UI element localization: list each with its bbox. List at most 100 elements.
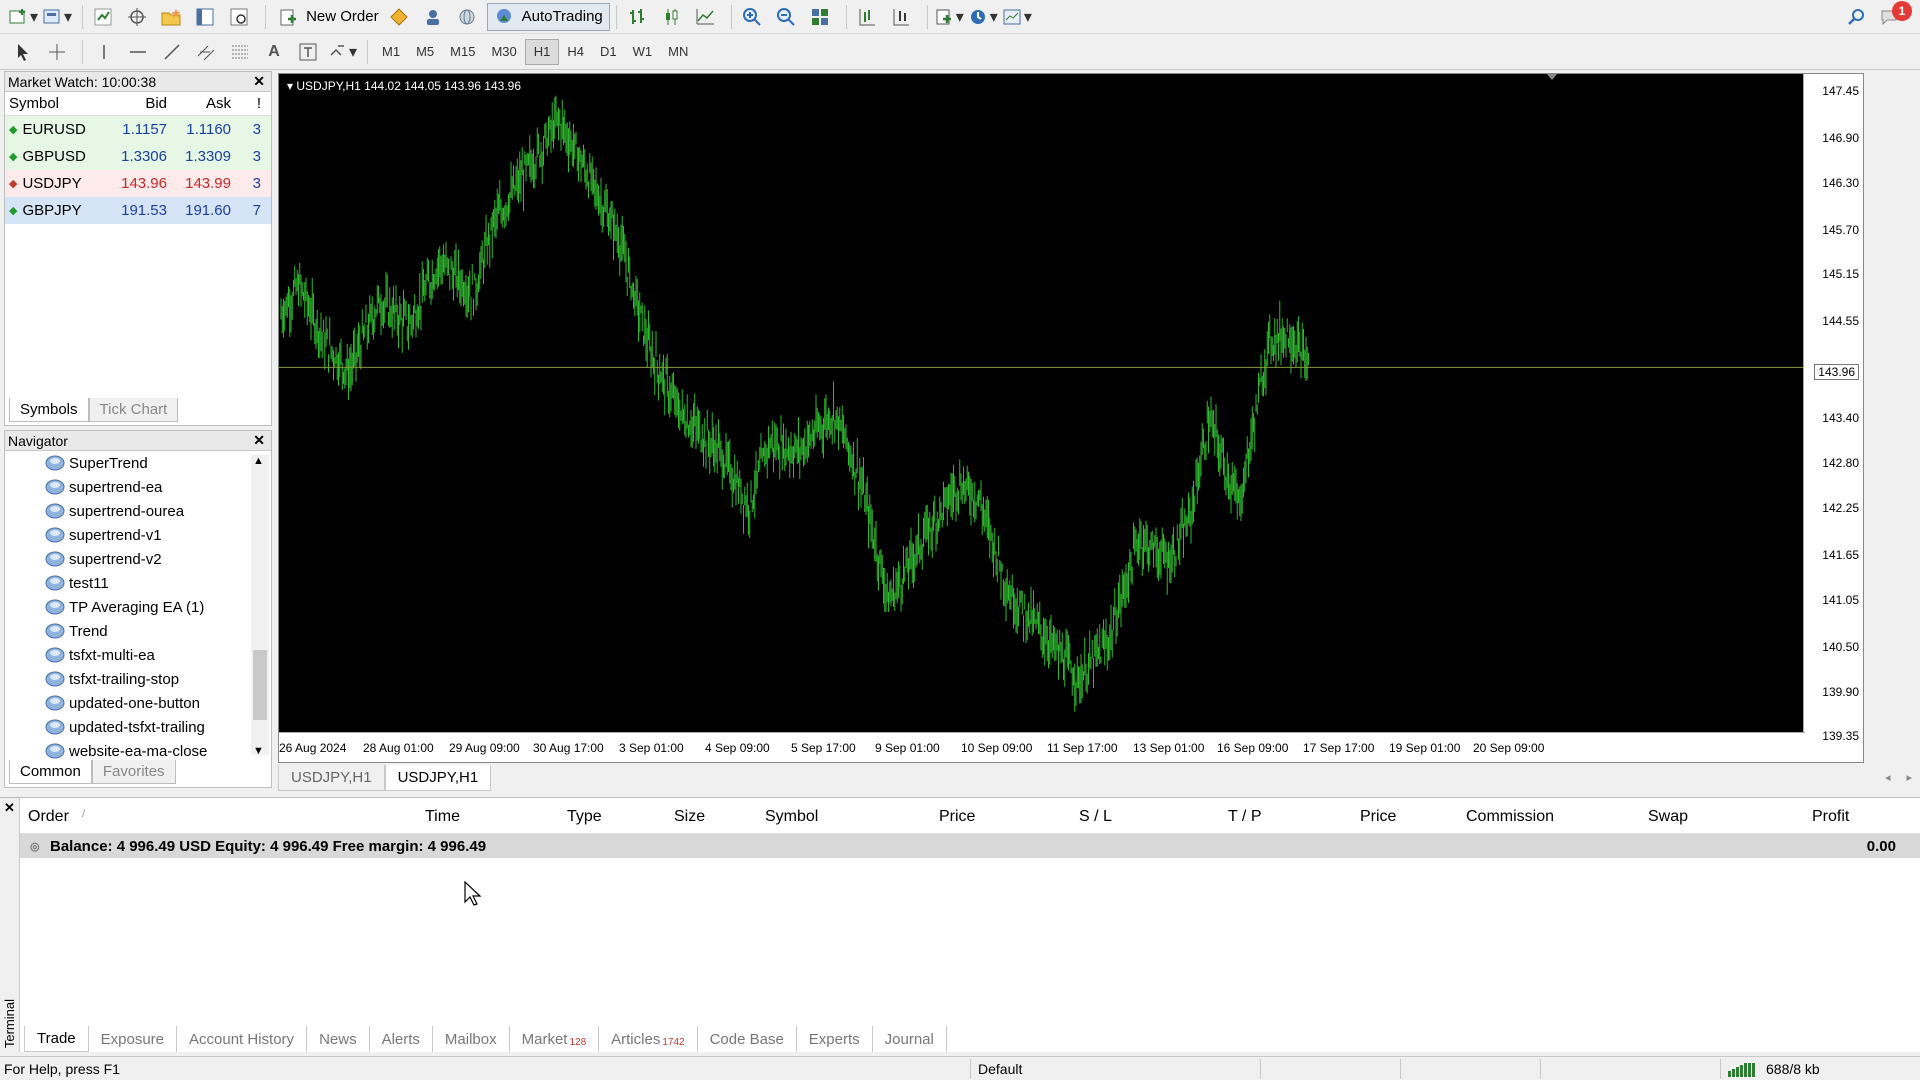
chart-shift-button[interactable]	[853, 3, 883, 31]
navigator-ea-item[interactable]: supertrend-v1	[5, 523, 271, 547]
metaeditor-button[interactable]	[385, 3, 415, 31]
profiles-button[interactable]: ▾	[42, 3, 72, 31]
terminal-tab-experts[interactable]: Experts	[797, 1026, 873, 1052]
templates-button[interactable]: ▾	[1002, 3, 1032, 31]
timeframe-m5[interactable]: M5	[408, 39, 442, 65]
terminal-tab-account-history[interactable]: Account History	[177, 1026, 308, 1052]
market-watch-row[interactable]: ◆ GBPJPY 191.53 191.60 7	[5, 197, 271, 224]
navigator-ea-item[interactable]: tsfxt-multi-ea	[5, 643, 271, 667]
trendline-tool[interactable]	[157, 38, 187, 66]
zoom-out-button[interactable]	[772, 3, 802, 31]
column-header-bid[interactable]: Bid	[105, 95, 171, 112]
new-order-button[interactable]: New Order	[272, 3, 385, 31]
navigator-ea-item[interactable]: Trend	[5, 619, 271, 643]
navigator-ea-item[interactable]: supertrend-ea	[5, 475, 271, 499]
navigator-ea-item[interactable]: supertrend-v2	[5, 547, 271, 571]
autotrading-button[interactable]: AutoTrading	[486, 2, 610, 31]
timeframe-h1[interactable]: H1	[524, 38, 560, 65]
tab-scroll-right-icon[interactable]: ▸	[1898, 765, 1920, 791]
terminal-tab-journal[interactable]: Journal	[873, 1026, 947, 1052]
navigator-ea-item[interactable]: supertrend-ourea	[5, 499, 271, 523]
arrows-tool[interactable]: ▾	[327, 38, 357, 66]
column-header-swap[interactable]: Swap	[1648, 808, 1688, 826]
candlestick-button[interactable]	[657, 3, 687, 31]
terminal-tab-news[interactable]: News	[307, 1026, 370, 1052]
scroll-up-icon[interactable]: ▲	[253, 455, 264, 467]
balance-row[interactable]: ◎ Balance: 4 996.49 USD Equity: 4 996.49…	[20, 834, 1920, 858]
column-header-symbol[interactable]: Symbol	[5, 95, 105, 112]
timeframe-m15[interactable]: M15	[442, 39, 483, 65]
price-chart[interactable]: ▾ USDJPY,H1 144.02 144.05 143.96 143.96 …	[278, 73, 1864, 763]
column-header-s-l[interactable]: S / L	[1079, 808, 1112, 826]
market-watch-row[interactable]: ◆ GBPUSD 1.3306 1.3309 3	[5, 143, 271, 170]
navigator-ea-item[interactable]: SuperTrend	[5, 451, 271, 475]
market-watch-button[interactable]	[89, 3, 119, 31]
autoscroll-button[interactable]	[887, 3, 917, 31]
data-window-button[interactable]	[123, 3, 153, 31]
close-icon[interactable]: ✕	[253, 73, 265, 90]
timeframe-m30[interactable]: M30	[483, 39, 524, 65]
scrollbar-thumb[interactable]	[253, 650, 267, 720]
navigator-button[interactable]	[157, 3, 187, 31]
column-header-price[interactable]: Price	[1360, 808, 1396, 826]
timeframe-mn[interactable]: MN	[660, 39, 696, 65]
column-header-type[interactable]: Type	[567, 808, 602, 826]
tab-favorites[interactable]: Favorites	[91, 760, 176, 784]
timeframe-w1[interactable]: W1	[625, 39, 661, 65]
navigator-ea-item[interactable]: tsfxt-trailing-stop	[5, 667, 271, 691]
close-icon[interactable]: ✕	[253, 432, 265, 449]
equidistant-channel-tool[interactable]	[191, 38, 221, 66]
horizontal-line-tool[interactable]	[123, 38, 153, 66]
chart-shift-marker-icon[interactable]	[1547, 74, 1557, 80]
scroll-down-icon[interactable]: ▼	[253, 745, 264, 757]
line-chart-button[interactable]	[691, 3, 721, 31]
terminal-tab-trade[interactable]: Trade	[24, 1026, 89, 1052]
tab-tick-chart[interactable]: Tick Chart	[88, 398, 179, 422]
timeframe-m1[interactable]: M1	[374, 39, 408, 65]
timeframe-d1[interactable]: D1	[592, 39, 625, 65]
tile-windows-button[interactable]	[806, 3, 836, 31]
terminal-tab-exposure[interactable]: Exposure	[89, 1026, 178, 1052]
navigator-scrollbar[interactable]: ▲ ▼	[251, 455, 269, 757]
close-icon[interactable]: ✕	[0, 798, 19, 816]
terminal-tab-articles[interactable]: Articles 1742	[599, 1026, 698, 1052]
column-header-symbol[interactable]: Symbol	[765, 808, 818, 826]
column-header-size[interactable]: Size	[674, 808, 705, 826]
column-header-price[interactable]: Price	[939, 808, 975, 826]
navigator-ea-item[interactable]: updated-tsfxt-trailing	[5, 715, 271, 739]
market-watch-row[interactable]: ◆ EURUSD 1.1157 1.1160 3	[5, 116, 271, 143]
vps-button[interactable]	[453, 3, 483, 31]
terminal-button[interactable]	[191, 3, 221, 31]
vertical-line-tool[interactable]	[89, 38, 119, 66]
strategy-tester-button[interactable]	[225, 3, 255, 31]
column-header-t-p[interactable]: T / P	[1228, 808, 1262, 826]
column-header-commission[interactable]: Commission	[1466, 808, 1554, 826]
new-chart-button[interactable]: ▾	[8, 3, 38, 31]
navigator-ea-item[interactable]: test11	[5, 571, 271, 595]
timeframe-h4[interactable]: H4	[559, 39, 592, 65]
market-watch-row[interactable]: ◆ USDJPY 143.96 143.99 3	[5, 170, 271, 197]
crosshair-tool[interactable]	[42, 38, 72, 66]
zoom-in-button[interactable]	[738, 3, 768, 31]
tab-symbols[interactable]: Symbols	[9, 398, 89, 422]
column-header-ask[interactable]: Ask	[171, 95, 235, 112]
chart-tab-2[interactable]: USDJPY,H1	[384, 765, 492, 791]
column-header-order[interactable]: Order	[28, 808, 69, 826]
bar-chart-button[interactable]	[623, 3, 653, 31]
terminal-tab-market[interactable]: Market 128	[510, 1026, 600, 1052]
indicators-button[interactable]: ▾	[934, 3, 964, 31]
column-header-profit[interactable]: Profit	[1812, 808, 1849, 826]
fibonacci-tool[interactable]	[225, 38, 255, 66]
terminal-tab-code-base[interactable]: Code Base	[698, 1026, 797, 1052]
text-label-tool[interactable]	[293, 38, 323, 66]
tab-common[interactable]: Common	[9, 760, 92, 784]
notifications-button[interactable]: 1	[1876, 0, 1912, 31]
periods-button[interactable]: ▾	[968, 3, 998, 31]
search-button[interactable]	[1842, 3, 1872, 31]
terminal-tab-mailbox[interactable]: Mailbox	[433, 1026, 510, 1052]
navigator-ea-item[interactable]: updated-one-button	[5, 691, 271, 715]
column-header-spread[interactable]: !	[235, 95, 265, 112]
tab-scroll-left-icon[interactable]: ◂	[1877, 765, 1899, 791]
signals-button[interactable]	[419, 3, 449, 31]
terminal-tab-alerts[interactable]: Alerts	[370, 1026, 433, 1052]
